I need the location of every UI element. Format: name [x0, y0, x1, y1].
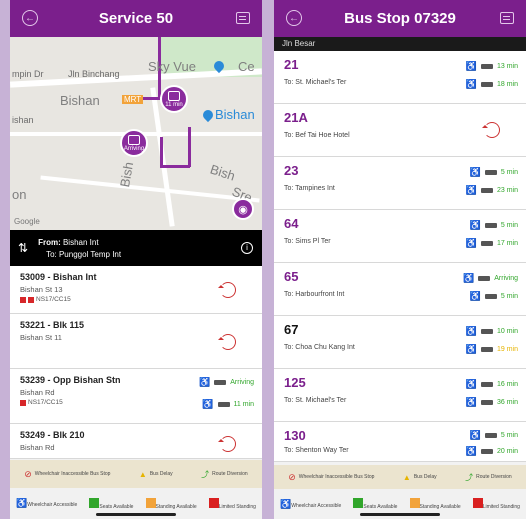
refresh-icon[interactable] [218, 282, 236, 298]
bus-icon [480, 382, 493, 387]
bus-icon [484, 223, 497, 228]
list-icon[interactable] [236, 12, 250, 24]
wheelchair-icon: ♿ [465, 238, 477, 248]
bus-icon [480, 400, 493, 405]
page-title: Service 50 [98, 10, 174, 27]
wheelchair-icon: ♿ [469, 430, 481, 440]
route-direction-bar: ⇅ From: Bishan Int To: Punggol Temp Int … [10, 230, 262, 266]
bus-icon [480, 188, 493, 193]
service-row[interactable]: 23 To: Tampines Int ♿ 5 min ♿ 23 min [274, 157, 526, 210]
wheelchair-icon: ♿ [465, 446, 477, 456]
bus-icon [214, 380, 227, 385]
map-label: Bishan [60, 93, 100, 108]
service-row[interactable]: 125 To: St. Michael's Ter ♿ 16 min ♿ 36 mi… [274, 369, 526, 422]
back-icon[interactable]: ← [286, 10, 302, 26]
road-name: Jln Besar [274, 37, 526, 51]
wheelchair-icon: ♿ [465, 185, 477, 195]
bus-delay-icon: ▲ [138, 469, 147, 479]
top-bar: ← Bus Stop 07329 [274, 0, 526, 37]
wheelchair-icon: ♿ [465, 344, 477, 354]
google-logo: Google [14, 217, 40, 226]
home-indicator [360, 513, 440, 516]
bus-icon [480, 347, 493, 352]
map-label: mpin Dr [12, 69, 44, 79]
service-row[interactable]: 130 To: Shenton Way Ter ♿ 5 min ♿ 20 min [274, 422, 526, 462]
bus-location-marker[interactable]: Arriving [120, 129, 148, 157]
wheelchair-icon: ♿ [16, 498, 28, 508]
service-row[interactable]: 67 To: Choa Chu Kang Int ♿ 10 min ♿ 19 min [274, 316, 526, 369]
list-item[interactable]: 53009 - Bishan Int Bishan St 13 NS17/CC1… [10, 266, 262, 314]
bus-stop-screen: ← Bus Stop 07329 Jln Besar 21 To: St. Mi… [274, 0, 526, 519]
map-pin-icon [200, 107, 216, 123]
bus-icon [484, 170, 497, 175]
route-diversion-icon: ⤴ [465, 472, 474, 482]
no-wheelchair-icon: ⊘ [24, 468, 32, 479]
bus-icon [480, 82, 493, 87]
wheelchair-icon: ♿ [465, 61, 477, 71]
wheelchair-icon: ♿ [469, 291, 481, 301]
service-row[interactable]: 65 To: Harbourfront Int ♿ Arriving ♿ 5 min [274, 263, 526, 316]
service-row[interactable]: 21A To: Bef Tai Hoe Hotel [274, 104, 526, 157]
list-icon[interactable] [500, 12, 514, 24]
wheelchair-icon: ♿ [465, 79, 477, 89]
bus-icon [480, 329, 493, 334]
swap-icon[interactable]: ⇅ [18, 241, 28, 255]
back-icon[interactable]: ← [22, 10, 38, 26]
bus-icon [217, 402, 230, 407]
info-icon[interactable]: i [241, 242, 253, 254]
map-label: ishan [12, 115, 34, 125]
refresh-icon[interactable] [218, 334, 236, 350]
map-label: Jln Binchang [68, 69, 120, 79]
bus-icon [484, 294, 497, 299]
route-diversion-icon: ⤴ [201, 469, 210, 479]
home-indicator [96, 513, 176, 516]
list-item[interactable]: 53249 - Blk 210 Bishan Rd [10, 424, 262, 459]
bus-icon [484, 433, 497, 438]
list-item[interactable]: 53239 - Opp Bishan Stn Bishan Rd NS17/CC… [10, 369, 262, 424]
wheelchair-icon: ♿ [465, 379, 477, 389]
legend-bar: ⊘ Wheelchair Inaccessible Bus Stop ▲ Bus D… [10, 460, 262, 488]
wheelchair-icon: ♿ [469, 220, 481, 230]
wheelchair-icon: ♿ [463, 273, 475, 283]
route-map[interactable]: mpin Dr Jln Binchang Sky Vue Ce Bishan M… [10, 37, 262, 230]
wheelchair-icon: ♿ [202, 399, 214, 409]
wheelchair-icon: ♿ [199, 377, 211, 387]
bus-delay-icon: ▲ [402, 472, 411, 482]
map-label: Bish [208, 161, 237, 184]
wheelchair-icon: ♿ [469, 167, 481, 177]
service-row[interactable]: 21 To: St. Michael's Ter ♿ 13 min ♿ 18 min [274, 51, 526, 104]
bus-icon [480, 64, 493, 69]
locate-icon[interactable]: ◉ [232, 198, 254, 220]
list-item[interactable]: 53221 - Blk 115 Bishan St 11 [10, 314, 262, 369]
map-label: Bishan [215, 107, 255, 122]
refresh-icon[interactable] [482, 122, 500, 138]
wheelchair-icon: ♿ [465, 326, 477, 336]
service-screen: ← Service 50 mpin Dr Jln Binchang Sky Vu… [10, 0, 262, 519]
page-title: Bus Stop 07329 [344, 10, 456, 27]
service-row[interactable]: 64 To: Sims Pl Ter ♿ 5 min ♿ 17 min [274, 210, 526, 263]
bus-icon [480, 449, 493, 454]
legend-bar: ⊘ Wheelchair Inaccessible Bus Stop ▲ Bus D… [274, 465, 526, 489]
map-label: Ce [238, 59, 255, 74]
bus-location-marker[interactable]: 11 min [160, 85, 188, 113]
wheelchair-icon: ♿ [465, 397, 477, 407]
map-label: Bish [117, 160, 137, 189]
map-label: Sky Vue [148, 59, 196, 74]
refresh-icon[interactable] [218, 436, 236, 452]
bus-icon [480, 241, 493, 246]
map-label: on [12, 187, 27, 202]
wheelchair-icon: ♿ [280, 498, 292, 509]
bus-icon [478, 276, 491, 281]
no-wheelchair-icon: ⊘ [288, 471, 296, 482]
top-bar: ← Service 50 [10, 0, 262, 37]
